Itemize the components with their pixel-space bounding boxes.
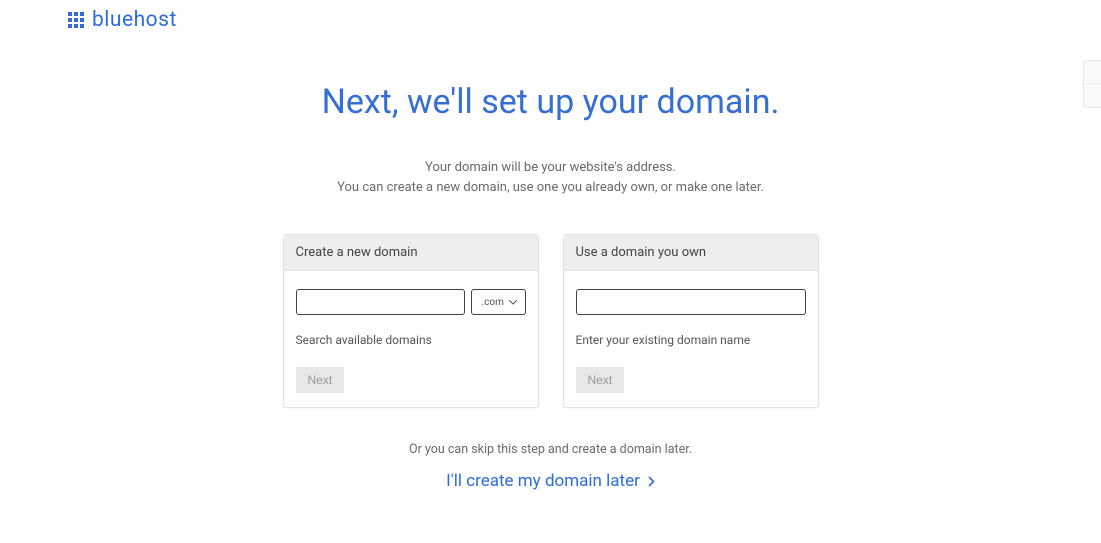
logo-grid-icon — [68, 12, 84, 28]
page-title: Next, we'll set up your domain. — [0, 82, 1101, 122]
side-widget-stub[interactable] — [1083, 60, 1101, 108]
subtitle-line-2: You can create a new domain, use one you… — [0, 178, 1101, 198]
tld-selected-value: .com — [482, 297, 504, 308]
skip-lead-text: Or you can skip this step and create a d… — [0, 442, 1101, 457]
create-domain-helper: Search available domains — [296, 333, 526, 347]
domain-cards: Create a new domain .com Search availabl… — [283, 234, 819, 408]
skip-section: Or you can skip this step and create a d… — [0, 442, 1101, 491]
chevron-right-icon — [648, 476, 655, 487]
logo-text: bluehost — [92, 8, 177, 32]
subtitle-line-1: Your domain will be your website's addre… — [0, 158, 1101, 178]
own-domain-title: Use a domain you own — [564, 235, 818, 271]
tld-select[interactable]: .com — [471, 289, 526, 315]
create-domain-input[interactable] — [296, 289, 465, 315]
own-domain-card: Use a domain you own Enter your existing… — [563, 234, 819, 408]
create-domain-card: Create a new domain .com Search availabl… — [283, 234, 539, 408]
own-domain-next-button[interactable]: Next — [576, 367, 625, 393]
chevron-down-icon — [509, 298, 517, 306]
skip-link[interactable]: I'll create my domain later — [446, 471, 655, 491]
own-domain-helper: Enter your existing domain name — [576, 333, 806, 347]
create-domain-title: Create a new domain — [284, 235, 538, 271]
page-subtitle: Your domain will be your website's addre… — [0, 158, 1101, 198]
skip-link-label: I'll create my domain later — [446, 471, 640, 491]
logo[interactable]: bluehost — [68, 8, 177, 32]
own-domain-input[interactable] — [576, 289, 806, 315]
create-domain-next-button[interactable]: Next — [296, 367, 345, 393]
